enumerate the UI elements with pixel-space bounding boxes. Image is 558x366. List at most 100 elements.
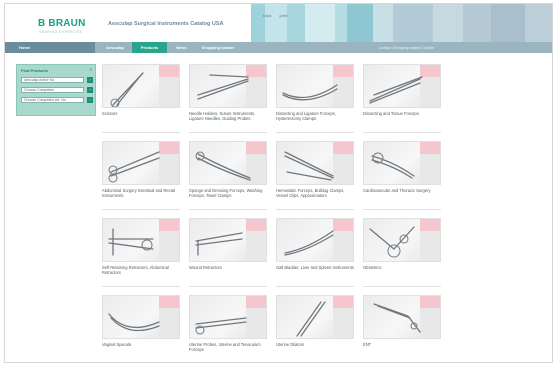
nav-basket-status[interactable]: Contact | Shopping basket: 0 Article [379,42,434,53]
ligature-forceps-icon [282,84,338,101]
category-card[interactable]: ENT [363,295,441,362]
banner-block [335,4,347,42]
category-label[interactable]: Uterine Dilators [276,342,354,347]
category-image[interactable] [189,218,267,262]
close-icon[interactable]: x [90,67,93,73]
category-card[interactable]: Vaginal Specula [102,295,180,362]
category-image[interactable] [276,218,354,262]
card-divider [363,132,441,133]
card-divider [102,286,180,287]
category-label[interactable]: ENT [363,342,441,347]
category-label[interactable]: Gall Bladder, Liver and Spleen Instrumen… [276,265,354,270]
category-card[interactable]: Wound Retractors [189,218,267,289]
card-divider [189,286,267,287]
ent-icon [373,303,421,333]
nav-shopping-basket[interactable]: Shopping basket [196,42,240,53]
card-divider [363,209,441,210]
category-label[interactable]: Vaginal Specula [102,342,180,347]
article-go-button[interactable]: › [87,77,93,83]
category-image[interactable] [189,295,267,339]
card-divider [276,132,354,133]
banner-block [433,4,463,42]
find-products-panel: Find Products x Aesculap Article No › Ch… [16,64,96,116]
category-image[interactable] [102,141,180,185]
self-retaining-retractor-icon [108,228,154,256]
banner-block [251,4,265,42]
category-card[interactable]: Scissors [102,64,180,135]
category-card[interactable]: Dissecting and Ligature Forceps, Hystere… [276,64,354,135]
category-card[interactable]: Obstetrics [363,218,441,289]
nav-aesculap[interactable]: Aesculap [98,42,132,53]
category-image[interactable] [363,218,441,262]
category-card[interactable]: Self Retaining Retractors, Abdominal Ret… [102,218,180,289]
category-image[interactable] [102,64,180,108]
category-image[interactable] [276,295,354,339]
category-label[interactable]: Abdominal Surgery Intestinal and Rectal … [102,188,180,198]
vaginal-specula-icon [108,313,160,332]
category-image[interactable] [102,295,180,339]
nav-home[interactable]: Home [5,42,95,53]
category-card[interactable]: Abdominal Surgery Intestinal and Rectal … [102,141,180,212]
category-label[interactable]: Dissecting and Tissue Forceps [363,111,441,116]
needle-holder-icon [197,74,249,100]
brand-tagline: SHARING EXPERTISE [39,30,83,34]
category-card[interactable]: Uterine Dilators [276,295,354,362]
card-divider [276,286,354,287]
back-link[interactable]: back [263,13,271,18]
category-label[interactable]: Cardiovascular and Thoracic Surgery [363,188,441,193]
competitor-article-go-button[interactable]: › [87,97,93,103]
brand-logo[interactable]: B BRAUN [38,18,86,29]
site-header: B BRAUN SHARING EXPERTISE Aesculap Surgi… [5,4,552,42]
category-label[interactable]: Uterine Probes, Uterine and Tenaculum Fo… [189,342,267,352]
category-card[interactable]: Cardiovascular and Thoracic Surgery [363,141,441,212]
print-link[interactable]: print [279,13,287,18]
article-number-input[interactable]: Aesculap Article No [21,77,84,83]
category-label[interactable]: Scissors [102,111,180,116]
category-image[interactable] [276,64,354,108]
category-image[interactable] [102,218,180,262]
card-divider [363,286,441,287]
banner-block [373,4,393,42]
category-image[interactable] [363,295,441,339]
category-card[interactable]: Uterine Probes, Uterine and Tenaculum Fo… [189,295,267,362]
scissors-icon [110,72,144,107]
tissue-forceps-icon [369,76,423,104]
category-card[interactable]: Gall Bladder, Liver and Spleen Instrumen… [276,218,354,289]
competitor-select[interactable]: Choose Competitor [21,87,84,93]
category-label[interactable]: Obstetrics [363,265,441,270]
category-label[interactable]: Hemostatic Forceps, Bulldog Clamps, Vess… [276,188,354,198]
category-label[interactable]: Needle Holders, Suture Instruments, Liga… [189,111,267,121]
banner-block [463,4,491,42]
category-image[interactable] [363,64,441,108]
banner-block [287,4,305,42]
category-image[interactable] [276,141,354,185]
category-card[interactable]: Hemostatic Forceps, Bulldog Clamps, Vess… [276,141,354,212]
uterine-forceps-icon [195,317,247,335]
card-divider [189,209,267,210]
card-divider [102,209,180,210]
banner-block [525,4,552,42]
card-divider [189,132,267,133]
competitor-go-button[interactable]: › [87,87,93,93]
nav-news[interactable]: News [167,42,195,53]
card-divider [102,132,180,133]
competitor-article-input[interactable]: Choose Competitor Art. No [21,97,84,103]
banner-block [305,4,335,42]
header-banner [251,4,552,42]
obstetrics-icon [369,226,415,258]
card-divider [276,209,354,210]
nav-products[interactable]: Products [131,42,168,53]
category-card[interactable]: Needle Holders, Suture Instruments, Liga… [189,64,267,135]
category-image[interactable] [189,64,267,108]
category-card[interactable]: Dissecting and Tissue Forceps [363,64,441,135]
category-card[interactable]: Sponge and Dressing Forceps, Washing For… [189,141,267,212]
gall-bladder-icon [284,230,334,256]
category-image[interactable] [189,141,267,185]
category-label[interactable]: Wound Retractors [189,265,267,270]
category-label[interactable]: Self Retaining Retractors, Abdominal Ret… [102,265,180,275]
category-label[interactable]: Dissecting and Ligature Forceps, Hystere… [276,111,354,121]
catalog-title: Aesculap Surgical Instruments Catalog US… [108,21,224,27]
category-label[interactable]: Sponge and Dressing Forceps, Washing For… [189,188,267,198]
uterine-dilator-icon [296,301,326,337]
category-image[interactable] [363,141,441,185]
